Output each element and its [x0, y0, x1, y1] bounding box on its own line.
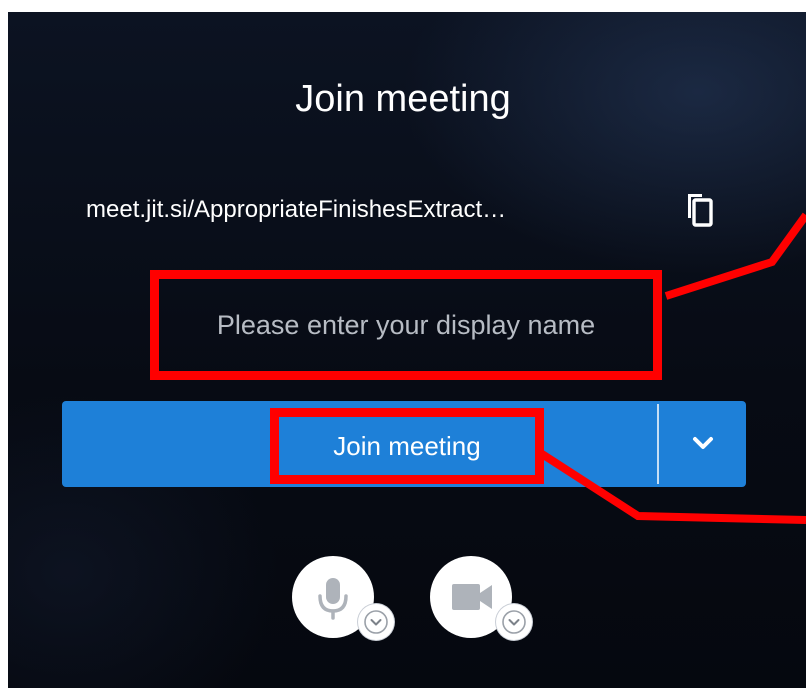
chevron-down-icon — [364, 610, 388, 634]
copy-icon — [688, 194, 713, 227]
chevron-down-icon — [502, 610, 526, 634]
meeting-url: meet.jit.si/AppropriateFinishesExtract… — [86, 196, 507, 223]
meeting-url-row: meet.jit.si/AppropriateFinishesExtract… — [86, 194, 726, 232]
camera-options-button[interactable] — [496, 604, 532, 640]
join-meeting-button[interactable]: Join meeting — [270, 408, 544, 484]
button-divider — [657, 404, 659, 484]
microphone-options-button[interactable] — [358, 604, 394, 640]
chevron-down-icon — [693, 437, 713, 449]
page-title: Join meeting — [295, 78, 511, 120]
display-name-input[interactable] — [150, 270, 662, 380]
screenshot-frame: Join meeting meet.jit.si/AppropriateFini… — [0, 0, 806, 698]
copy-url-button[interactable] — [682, 190, 718, 230]
join-options-dropdown-button[interactable] — [660, 401, 746, 487]
